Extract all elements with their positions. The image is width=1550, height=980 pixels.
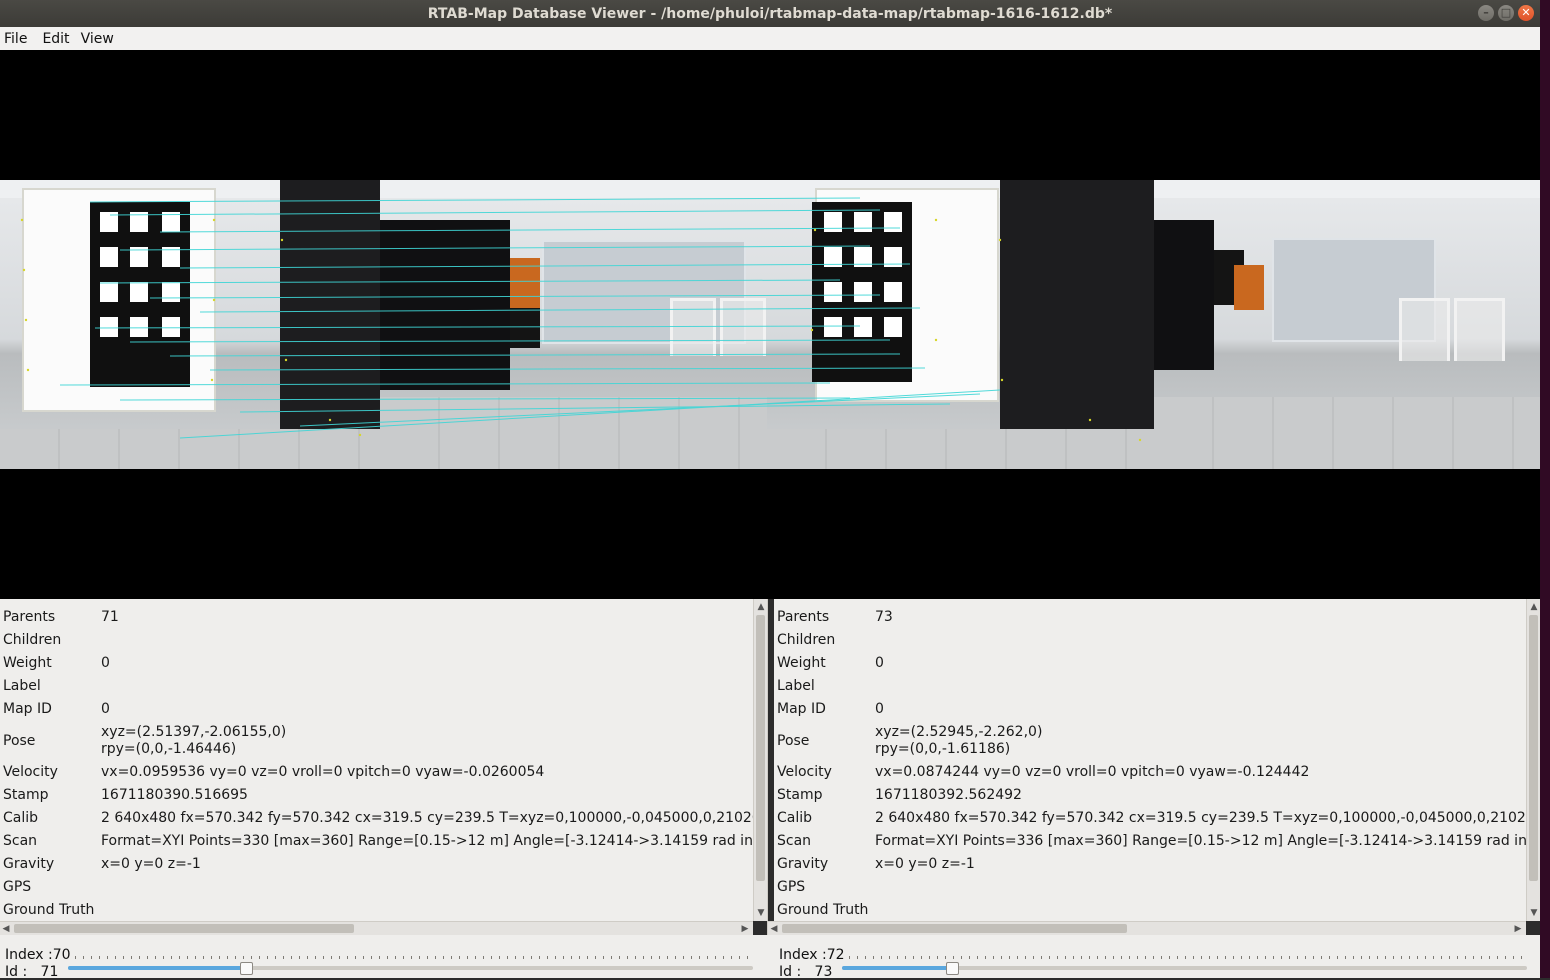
scroll-down-icon[interactable]: ▼: [754, 907, 768, 919]
info-row-gravity: Gravity x=0 y=0 z=-1: [777, 856, 975, 872]
image-view[interactable]: [0, 50, 1540, 599]
info-row-velocity: Velocity vx=0.0959536 vy=0 vz=0 vroll=0 v…: [3, 764, 545, 780]
info-row-gps: GPS: [777, 879, 806, 895]
info-row-children: Children: [777, 632, 836, 648]
scroll-right-icon[interactable]: ▶: [739, 922, 751, 936]
minimize-icon[interactable]: –: [1478, 5, 1494, 21]
pose-rpy: rpy=(0,0,-1.61186): [875, 741, 1011, 757]
right-slider-fill: [842, 966, 952, 970]
menu-bar: File Edit View: [0, 27, 1540, 51]
info-row-map-id: Map ID 0: [777, 701, 884, 717]
feature-match-lines: [20, 197, 1142, 442]
right-slider-handle[interactable]: [946, 962, 959, 975]
left-index-value: 70: [52, 947, 71, 963]
scroll-down-icon[interactable]: ▼: [1527, 907, 1541, 919]
scroll-right-icon[interactable]: ▶: [1512, 922, 1524, 936]
left-panel-vertical-scrollbar[interactable]: ▲ ▼: [753, 599, 768, 921]
info-row-gps: GPS: [3, 879, 32, 895]
left-slider-fill: [68, 966, 246, 970]
left-index-label: Index :70: [5, 947, 71, 963]
info-row-scan: Scan Format=XYI Points=330 [max=360] Rang…: [3, 833, 753, 849]
menu-edit[interactable]: Edit: [38, 31, 76, 47]
info-row-parents: Parents 71: [3, 609, 119, 625]
right-panel-horizontal-scrollbar[interactable]: ◀ ▶: [768, 921, 1526, 936]
info-row-scan: Scan Format=XYI Points=336 [max=360] Rang…: [777, 833, 1526, 849]
close-icon[interactable]: ✕: [1518, 5, 1534, 21]
scrollbar-thumb[interactable]: [14, 924, 354, 933]
info-row-stamp: Stamp 1671180392.562492: [777, 787, 1022, 803]
info-row-calib: Calib 2 640x480 fx=570.342 fy=570.342 cx=…: [3, 810, 753, 826]
window-title: RTAB-Map Database Viewer - /home/phuloi/…: [427, 5, 1113, 22]
pose-rpy: rpy=(0,0,-1.46446): [101, 741, 237, 757]
scrollbar-thumb[interactable]: [756, 615, 765, 881]
pose-xyz: xyz=(2.51397,-2.06155,0): [101, 724, 287, 740]
window-controls: – □ ✕: [1478, 5, 1534, 21]
maximize-icon[interactable]: □: [1498, 5, 1514, 21]
pose-xyz: xyz=(2.52945,-2.262,0): [875, 724, 1043, 740]
info-row-parents: Parents 73: [777, 609, 893, 625]
right-node-info-panel: Parents 73 Children Weight 0 Label Map ID 0…: [774, 599, 1526, 921]
info-row-label: Label: [3, 678, 41, 694]
right-index-value: 72: [826, 947, 845, 963]
info-row-weight: Weight 0: [777, 655, 884, 671]
background-terminal-edge: [1540, 0, 1550, 978]
info-row-label: Label: [777, 678, 815, 694]
panel-divider[interactable]: [767, 599, 768, 978]
title-bar: RTAB-Map Database Viewer - /home/phuloi/…: [0, 0, 1540, 27]
right-index-label: Index :72: [779, 947, 845, 963]
right-panel-vertical-scrollbar[interactable]: ▲ ▼: [1526, 599, 1541, 921]
info-row-ground-truth: Ground Truth: [777, 902, 869, 918]
left-slider-handle[interactable]: [240, 962, 253, 975]
menu-view[interactable]: View: [77, 31, 121, 47]
left-node-info-panel: Parents 71 Children Weight 0 Label Map ID 0…: [0, 599, 753, 921]
info-row-map-id: Map ID 0: [3, 701, 110, 717]
scroll-up-icon[interactable]: ▲: [1527, 601, 1541, 613]
node-selector-bar: Index :70 Id : 71 Index :72 Id : 73: [0, 935, 1540, 980]
left-node-slider[interactable]: [68, 962, 753, 975]
info-row-stamp: Stamp 1671180390.516695: [3, 787, 248, 803]
scrollbar-thumb[interactable]: [1529, 615, 1538, 881]
info-row-weight: Weight 0: [3, 655, 110, 671]
menu-file[interactable]: File: [0, 31, 34, 47]
scroll-left-icon[interactable]: ◀: [768, 922, 780, 936]
info-row-ground-truth: Ground Truth: [3, 902, 95, 918]
right-node-slider[interactable]: [842, 962, 1527, 975]
scrollbar-thumb[interactable]: [782, 924, 1127, 933]
info-row-children: Children: [3, 632, 62, 648]
info-row-calib: Calib 2 640x480 fx=570.342 fy=570.342 cx=…: [777, 810, 1526, 826]
info-row-velocity: Velocity vx=0.0874244 vy=0 vz=0 vroll=0 v…: [777, 764, 1310, 780]
scroll-up-icon[interactable]: ▲: [754, 601, 768, 613]
info-row-gravity: Gravity x=0 y=0 z=-1: [3, 856, 201, 872]
left-panel-horizontal-scrollbar[interactable]: ◀ ▶: [0, 921, 753, 936]
scroll-left-icon[interactable]: ◀: [0, 922, 12, 936]
